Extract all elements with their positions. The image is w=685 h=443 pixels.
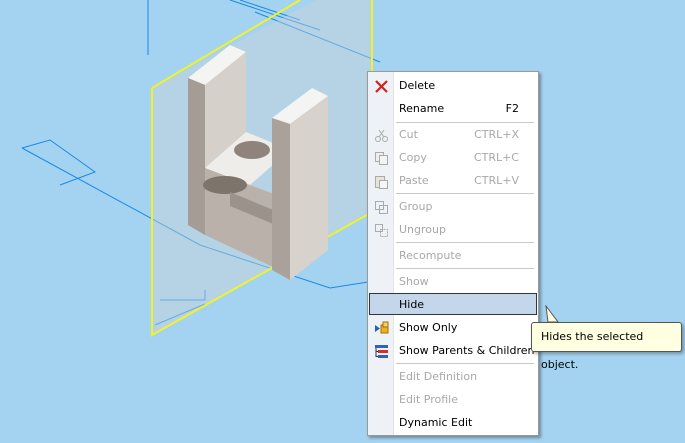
menu-item-show[interactable]: Show <box>369 271 537 293</box>
menu-item-label: Show <box>399 275 429 288</box>
group-icon <box>374 200 389 215</box>
menu-item-show-parents-children[interactable]: Show Parents & Children <box>369 340 537 362</box>
menu-item-group[interactable]: Group <box>369 196 537 218</box>
menu-item-rename[interactable]: Rename F2 <box>369 98 537 120</box>
paste-icon <box>374 174 389 189</box>
menu-item-label: Paste <box>399 174 429 187</box>
context-menu: Delete Rename F2 Cut CTRL+X Copy CTRL+C … <box>367 71 539 436</box>
menu-item-dynamic-edit[interactable]: Dynamic Edit <box>369 412 537 434</box>
show-only-icon <box>374 321 389 336</box>
menu-separator <box>396 268 534 269</box>
menu-item-label: Copy <box>399 151 427 164</box>
parents-children-icon <box>374 344 389 359</box>
copy-icon <box>374 151 389 166</box>
menu-item-cut[interactable]: Cut CTRL+X <box>369 124 537 146</box>
menu-item-edit-definition[interactable]: Edit Definition <box>369 366 537 388</box>
menu-item-label: Dynamic Edit <box>399 416 473 429</box>
3d-viewport[interactable]: Delete Rename F2 Cut CTRL+X Copy CTRL+C … <box>0 0 685 443</box>
menu-item-shortcut: CTRL+C <box>473 151 519 164</box>
menu-separator <box>396 193 534 194</box>
menu-item-shortcut: F2 <box>505 102 519 115</box>
menu-item-label: Show Parents & Children <box>399 344 535 357</box>
menu-item-label: Edit Profile <box>399 393 459 406</box>
menu-item-ungroup[interactable]: Ungroup <box>369 219 537 241</box>
menu-item-label: Group <box>399 200 433 213</box>
menu-separator <box>396 242 534 243</box>
model-scene <box>21 0 381 337</box>
menu-item-edit-profile[interactable]: Edit Profile <box>369 389 537 411</box>
menu-item-label: Show Only <box>399 321 458 334</box>
tooltip: Hides the selected object. <box>531 322 682 371</box>
menu-item-shortcut: CTRL+V <box>474 174 519 187</box>
menu-item-label: Recompute <box>399 249 462 262</box>
menu-separator <box>396 122 534 123</box>
menu-item-label: Edit Definition <box>399 370 478 383</box>
menu-item-label: Cut <box>399 128 418 141</box>
delete-x-icon <box>374 79 389 94</box>
menu-item-shortcut: CTRL+X <box>474 128 519 141</box>
menu-item-hide[interactable]: Hide <box>369 293 537 315</box>
menu-item-label: Rename <box>399 102 445 115</box>
menu-item-delete[interactable]: Delete <box>369 75 537 97</box>
menu-item-label: Delete <box>399 79 436 92</box>
menu-item-recompute[interactable]: Recompute <box>369 245 537 267</box>
menu-item-show-only[interactable]: Show Only <box>369 317 537 339</box>
menu-separator <box>396 363 534 364</box>
menu-item-label: Hide <box>399 298 425 311</box>
menu-item-copy[interactable]: Copy CTRL+C <box>369 147 537 169</box>
menu-item-label: Ungroup <box>399 223 446 236</box>
scissors-icon <box>374 128 389 143</box>
menu-item-paste[interactable]: Paste CTRL+V <box>369 170 537 192</box>
ungroup-icon <box>374 223 389 238</box>
